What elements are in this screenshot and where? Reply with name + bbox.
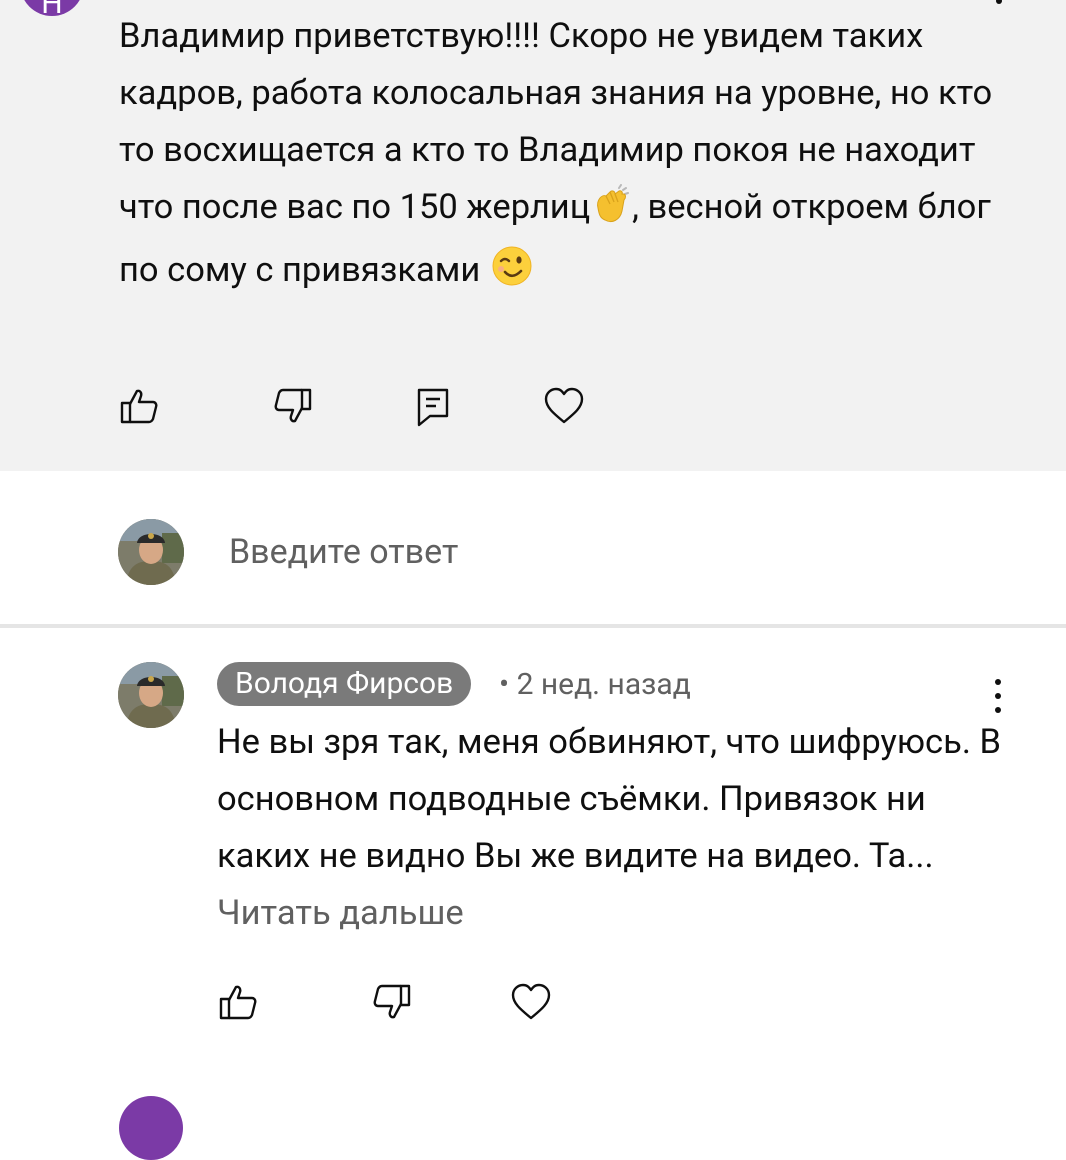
heart-icon[interactable] <box>543 386 585 426</box>
reply-composer <box>0 480 1066 624</box>
reply-text: Не вы зря так, меня обвиняют, что шифрую… <box>217 714 1007 942</box>
user-avatar[interactable] <box>118 519 184 585</box>
reply-icon[interactable] <box>414 386 454 428</box>
winking-face-emoji <box>491 245 533 305</box>
like-icon[interactable] <box>119 386 159 426</box>
author-name-badge[interactable]: Володя Фирсов <box>217 662 472 706</box>
dislike-icon[interactable] <box>273 386 313 426</box>
avatar-letter: Н <box>41 0 62 16</box>
divider <box>0 624 1066 628</box>
comment-text: Владимир приветствую!!!! Скоро не увидем… <box>119 8 1019 305</box>
comment-timestamp: • 2 нед. назад <box>499 667 691 702</box>
dislike-icon[interactable] <box>372 982 412 1022</box>
read-more-link[interactable]: Читать дальше <box>217 893 464 933</box>
heart-icon[interactable] <box>510 982 552 1022</box>
reply-text-body: Не вы зря так, меня обвиняют, что шифрую… <box>217 722 1001 876</box>
highlighted-comment: Н Владимир приветствую!!!! Скоро не увид… <box>0 0 1066 471</box>
like-icon[interactable] <box>218 982 258 1022</box>
next-commenter-avatar[interactable] <box>119 1096 183 1160</box>
more-options-icon[interactable] <box>992 0 1006 8</box>
commenter-avatar[interactable]: Н <box>20 0 84 16</box>
clapping-hands-emoji <box>592 184 632 242</box>
more-options-icon[interactable] <box>991 676 1009 716</box>
author-avatar[interactable] <box>118 662 184 728</box>
reply-input[interactable] <box>229 528 929 576</box>
